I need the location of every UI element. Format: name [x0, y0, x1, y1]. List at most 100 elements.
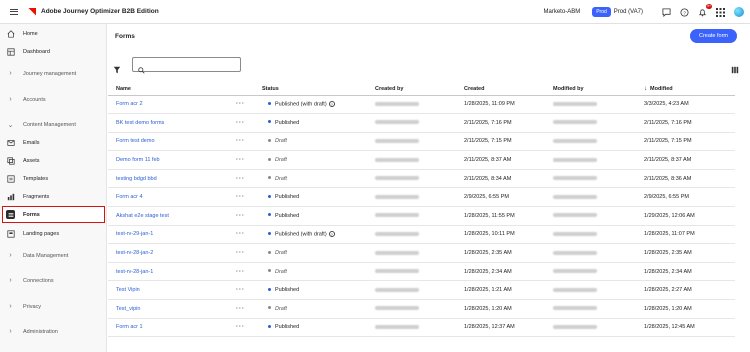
- modified-date-cell: 2/9/2025, 6:55 PM: [644, 187, 735, 208]
- created-date-cell: 2/11/2025, 8:34 AM: [464, 169, 553, 189]
- bell-icon[interactable]: 9+: [698, 3, 712, 17]
- more-actions-icon[interactable]: ···: [236, 138, 245, 144]
- form-name-link[interactable]: testing bdgd bbd: [108, 169, 236, 189]
- sidebar-item-label: Connections: [23, 277, 54, 284]
- modified-by-cell: [553, 150, 644, 170]
- form-name-link[interactable]: BK test demo forms: [108, 113, 236, 133]
- table-row[interactable]: test-rv-28-jan-1 ··· Draft 1/28/2025, 2:34 …: [108, 262, 735, 282]
- form-name-link[interactable]: test-rv-28-jan-2: [108, 243, 236, 263]
- sidebar-group-privacy[interactable]: › Privacy: [6, 298, 104, 315]
- sidebar-item-label: Data Management: [23, 252, 69, 259]
- table-row[interactable]: test-rv-29-jan-1 ··· Published (with draft…: [108, 225, 735, 245]
- form-name-link[interactable]: test-rv-29-jan-1: [108, 225, 236, 245]
- row-actions-cell: ···: [236, 187, 262, 208]
- table-row[interactable]: test-rv-28-jan-2 ··· Draft 1/28/2025, 2:35 …: [108, 243, 735, 263]
- form-name-link[interactable]: Demo form 11 feb: [108, 150, 236, 170]
- sidebar-item-dashboard[interactable]: Dashboard: [6, 43, 104, 60]
- sidebar-item-label: Privacy: [23, 303, 42, 310]
- table-row[interactable]: Test_vipin ··· Draft 1/28/2025, 1:20 AM 1/28…: [108, 299, 735, 319]
- help-icon[interactable]: ?: [680, 7, 689, 17]
- create-form-button[interactable]: Create form: [690, 29, 737, 43]
- main-content: Forms Create form Name Status Created by…: [108, 24, 750, 352]
- help-icon[interactable]: ?: [328, 101, 335, 108]
- column-header-name[interactable]: Name: [108, 83, 236, 96]
- fragments-icon: [6, 192, 15, 201]
- form-name-link[interactable]: Form test demo: [108, 132, 236, 152]
- table-row[interactable]: Test Vipin ··· Published 1/28/2025, 1:21 AM…: [108, 280, 735, 301]
- sidebar-item-templates[interactable]: Templates: [6, 170, 104, 187]
- sidebar-group-journey-management[interactable]: › Journey management: [6, 65, 104, 82]
- table-row[interactable]: Form test demo ··· Draft 2/11/2025, 7:15 PM…: [108, 132, 735, 152]
- sidebar-item-forms[interactable]: Forms: [2, 206, 105, 223]
- modified-date-cell: 1/28/2025, 2:27 AM: [644, 280, 735, 301]
- sidebar-item-emails[interactable]: Emails: [6, 134, 104, 151]
- more-actions-icon[interactable]: ···: [236, 306, 245, 312]
- form-name-link[interactable]: Form acr 4: [108, 187, 236, 208]
- column-header-created-by[interactable]: Created by: [375, 83, 464, 96]
- table-row[interactable]: Demo form 11 feb ··· Draft 2/11/2025, 8:37 …: [108, 150, 735, 170]
- more-actions-icon[interactable]: ···: [236, 194, 245, 200]
- column-settings-icon[interactable]: [731, 61, 739, 74]
- form-name-link[interactable]: Form acr 2: [108, 95, 236, 115]
- form-name-link[interactable]: Test Vipin: [108, 280, 236, 301]
- form-name-link[interactable]: Test_vipin: [108, 299, 236, 319]
- table-row[interactable]: testing bdgd bbd ··· Draft 2/11/2025, 8:34 …: [108, 169, 735, 189]
- created-by-cell: [375, 132, 464, 152]
- created-date-cell: 1/28/2025, 1:20 AM: [464, 299, 553, 319]
- form-name-link[interactable]: test-rv-28-jan-1: [108, 262, 236, 282]
- column-header-modified-by[interactable]: Modified by: [553, 83, 644, 96]
- table-row[interactable]: Form acr 4 ··· Published 2/9/2025, 6:55 PM 2…: [108, 187, 735, 208]
- redacted-user-name: [553, 176, 597, 181]
- sidebar-item-home[interactable]: Home: [6, 25, 104, 42]
- sidebar-item-landing-pages[interactable]: Landing pages: [6, 225, 104, 242]
- more-actions-icon[interactable]: ···: [236, 120, 245, 126]
- sidebar-item-label: Forms: [23, 211, 40, 218]
- sidebar-group-connections[interactable]: › Connections: [6, 272, 104, 289]
- status-dot: [268, 194, 271, 198]
- row-actions-cell: ···: [236, 225, 262, 245]
- modified-by-cell: [553, 132, 644, 152]
- home-icon: [6, 29, 15, 38]
- sidebar-group-accounts[interactable]: › Accounts: [6, 91, 104, 108]
- status-cell: Published (with draft)?: [262, 225, 375, 245]
- sidebar-group-content-management[interactable]: ⌄ Content Management: [6, 116, 104, 133]
- more-actions-icon[interactable]: ···: [236, 101, 245, 107]
- more-actions-icon[interactable]: ···: [236, 250, 245, 256]
- table-row[interactable]: Akshat e2e stage test ··· Published 1/28/20…: [108, 206, 735, 226]
- redacted-user-name: [553, 157, 597, 162]
- more-actions-icon[interactable]: ···: [236, 287, 245, 293]
- table-row[interactable]: Form acr 2 ··· Published (with draft)? 1/28…: [108, 95, 735, 115]
- table-row[interactable]: BK test demo forms ··· Published 2/11/2025,…: [108, 113, 735, 133]
- sidebar-group-administration[interactable]: › Administration: [6, 323, 104, 340]
- modified-by-cell: [553, 187, 644, 208]
- table-row[interactable]: Form acr 1 ··· Published 1/28/2025, 12:37 A…: [108, 318, 735, 338]
- form-name-link[interactable]: Akshat e2e stage test: [108, 206, 236, 226]
- more-actions-icon[interactable]: ···: [236, 213, 245, 219]
- column-header-modified[interactable]: ↓ Modified: [644, 83, 735, 96]
- column-header-status[interactable]: Status: [262, 83, 375, 96]
- more-actions-icon[interactable]: ···: [236, 231, 245, 237]
- redacted-user-name: [553, 213, 597, 218]
- form-name-link[interactable]: Form acr 1: [108, 318, 236, 338]
- sidebar-item-fragments[interactable]: Fragments: [6, 188, 104, 205]
- more-actions-icon[interactable]: ···: [236, 157, 245, 163]
- more-actions-icon[interactable]: ···: [236, 269, 245, 275]
- sidebar-group-data-management[interactable]: › Data Management: [6, 247, 104, 264]
- modified-by-cell: [553, 169, 644, 189]
- status-dot: [268, 269, 271, 273]
- sandbox-switcher[interactable]: Prod (VA7): [614, 9, 643, 15]
- column-header-created[interactable]: Created: [464, 83, 553, 96]
- chat-icon[interactable]: [662, 7, 671, 17]
- menu-icon[interactable]: [10, 8, 18, 15]
- sidebar-item-assets[interactable]: Assets: [6, 152, 104, 169]
- status-text: Published: [275, 287, 300, 294]
- more-actions-icon[interactable]: ···: [236, 176, 245, 182]
- filter-icon[interactable]: [113, 61, 121, 74]
- help-icon[interactable]: ?: [328, 231, 335, 238]
- user-avatar[interactable]: [734, 7, 744, 17]
- org-name[interactable]: Marketo-ABM: [544, 9, 581, 15]
- search-input[interactable]: [132, 57, 241, 74]
- column-header-actions: [236, 83, 262, 96]
- apps-grid-icon[interactable]: [716, 7, 725, 17]
- more-actions-icon[interactable]: ···: [236, 324, 245, 330]
